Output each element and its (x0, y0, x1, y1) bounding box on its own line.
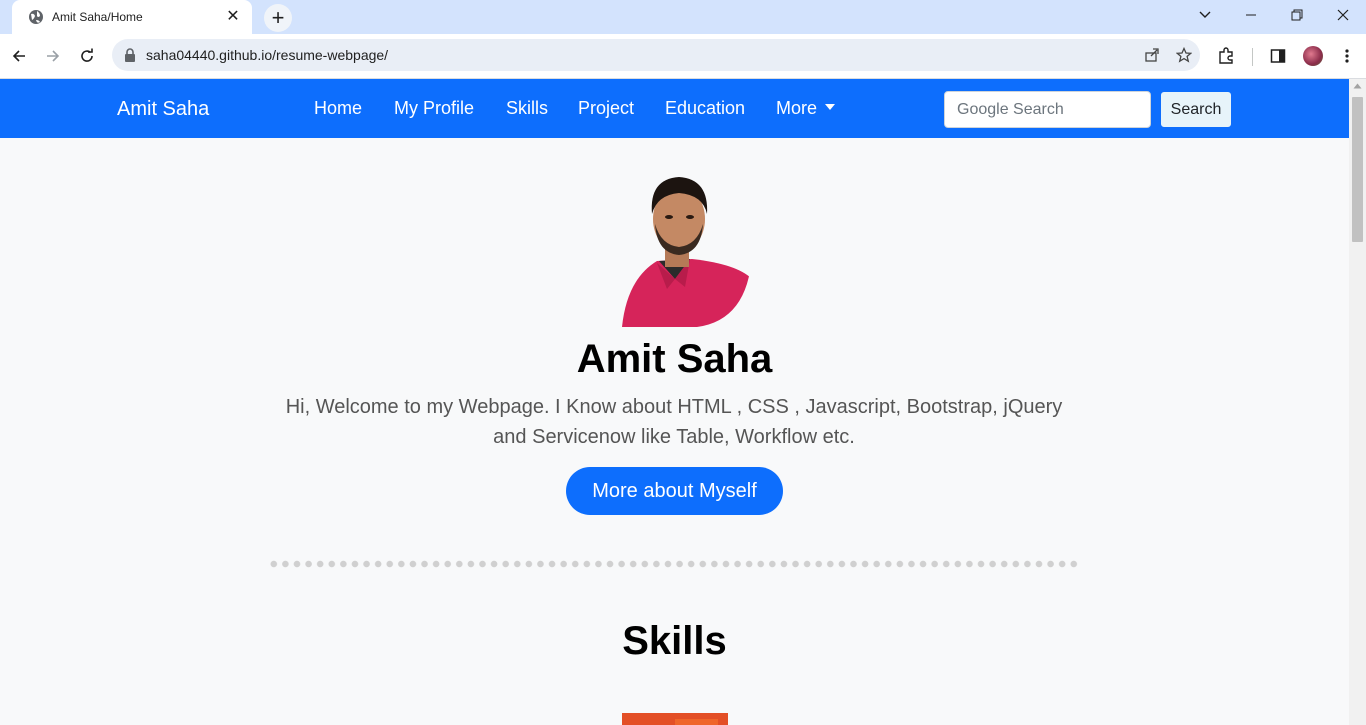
tab-title: Amit Saha/Home (52, 10, 143, 24)
profile-photo (597, 169, 752, 327)
extensions-icon[interactable] (1212, 42, 1240, 70)
profile-avatar[interactable] (1299, 42, 1327, 70)
navbar-brand[interactable]: Amit Saha (117, 98, 209, 121)
html5-icon (622, 713, 728, 725)
restore-icon[interactable] (1274, 0, 1320, 30)
toolbar-divider (1252, 48, 1253, 66)
forward-icon[interactable] (39, 42, 67, 70)
nav-skills[interactable]: Skills (506, 98, 548, 119)
browser-tab-strip: Amit Saha/Home ✕ + (0, 0, 1366, 34)
reload-icon[interactable] (73, 42, 101, 70)
back-icon[interactable] (5, 42, 33, 70)
address-bar[interactable]: saha04440.github.io/resume-webpage/ (112, 39, 1200, 71)
menu-icon[interactable] (1333, 42, 1361, 70)
globe-icon (29, 10, 43, 24)
browser-toolbar: saha04440.github.io/resume-webpage/ (0, 34, 1366, 79)
skills-heading: Skills (622, 619, 727, 663)
site-navbar: Amit Saha Home My Profile Skills Project… (0, 79, 1349, 138)
minimize-icon[interactable] (1228, 0, 1274, 30)
page-scrollbar[interactable] (1349, 79, 1366, 725)
close-window-icon[interactable] (1320, 0, 1366, 30)
nav-more-dropdown[interactable]: More (776, 98, 836, 119)
tab-search-icon[interactable] (1182, 0, 1228, 30)
scroll-up-icon[interactable] (1353, 83, 1362, 89)
avatar (1303, 46, 1323, 66)
lock-icon (125, 48, 135, 62)
dotted-divider (268, 560, 1080, 568)
nav-my-profile[interactable]: My Profile (394, 98, 474, 119)
close-tab-icon[interactable]: ✕ (224, 8, 242, 26)
more-about-myself-button[interactable]: More about Myself (566, 467, 783, 515)
share-icon[interactable] (1136, 43, 1168, 67)
search-button[interactable]: Search (1160, 91, 1232, 128)
browser-tab[interactable]: Amit Saha/Home ✕ (12, 0, 252, 34)
nav-project[interactable]: Project (578, 98, 634, 119)
side-panel-icon[interactable] (1264, 42, 1292, 70)
nav-education[interactable]: Education (665, 98, 745, 119)
nav-more-label: More (776, 98, 818, 118)
hero-name: Amit Saha (576, 337, 773, 381)
url-text: saha04440.github.io/resume-webpage/ (146, 47, 389, 63)
new-tab-button[interactable]: + (264, 4, 292, 32)
bookmark-star-icon[interactable] (1168, 43, 1200, 67)
caret-down-icon (825, 104, 836, 110)
page-viewport: Amit Saha Home My Profile Skills Project… (0, 79, 1349, 725)
google-search-input[interactable] (944, 91, 1151, 128)
nav-home[interactable]: Home (314, 98, 362, 119)
scrollbar-thumb[interactable] (1352, 97, 1363, 242)
hero-intro: Hi, Welcome to my Webpage. I Know about … (285, 396, 1063, 448)
